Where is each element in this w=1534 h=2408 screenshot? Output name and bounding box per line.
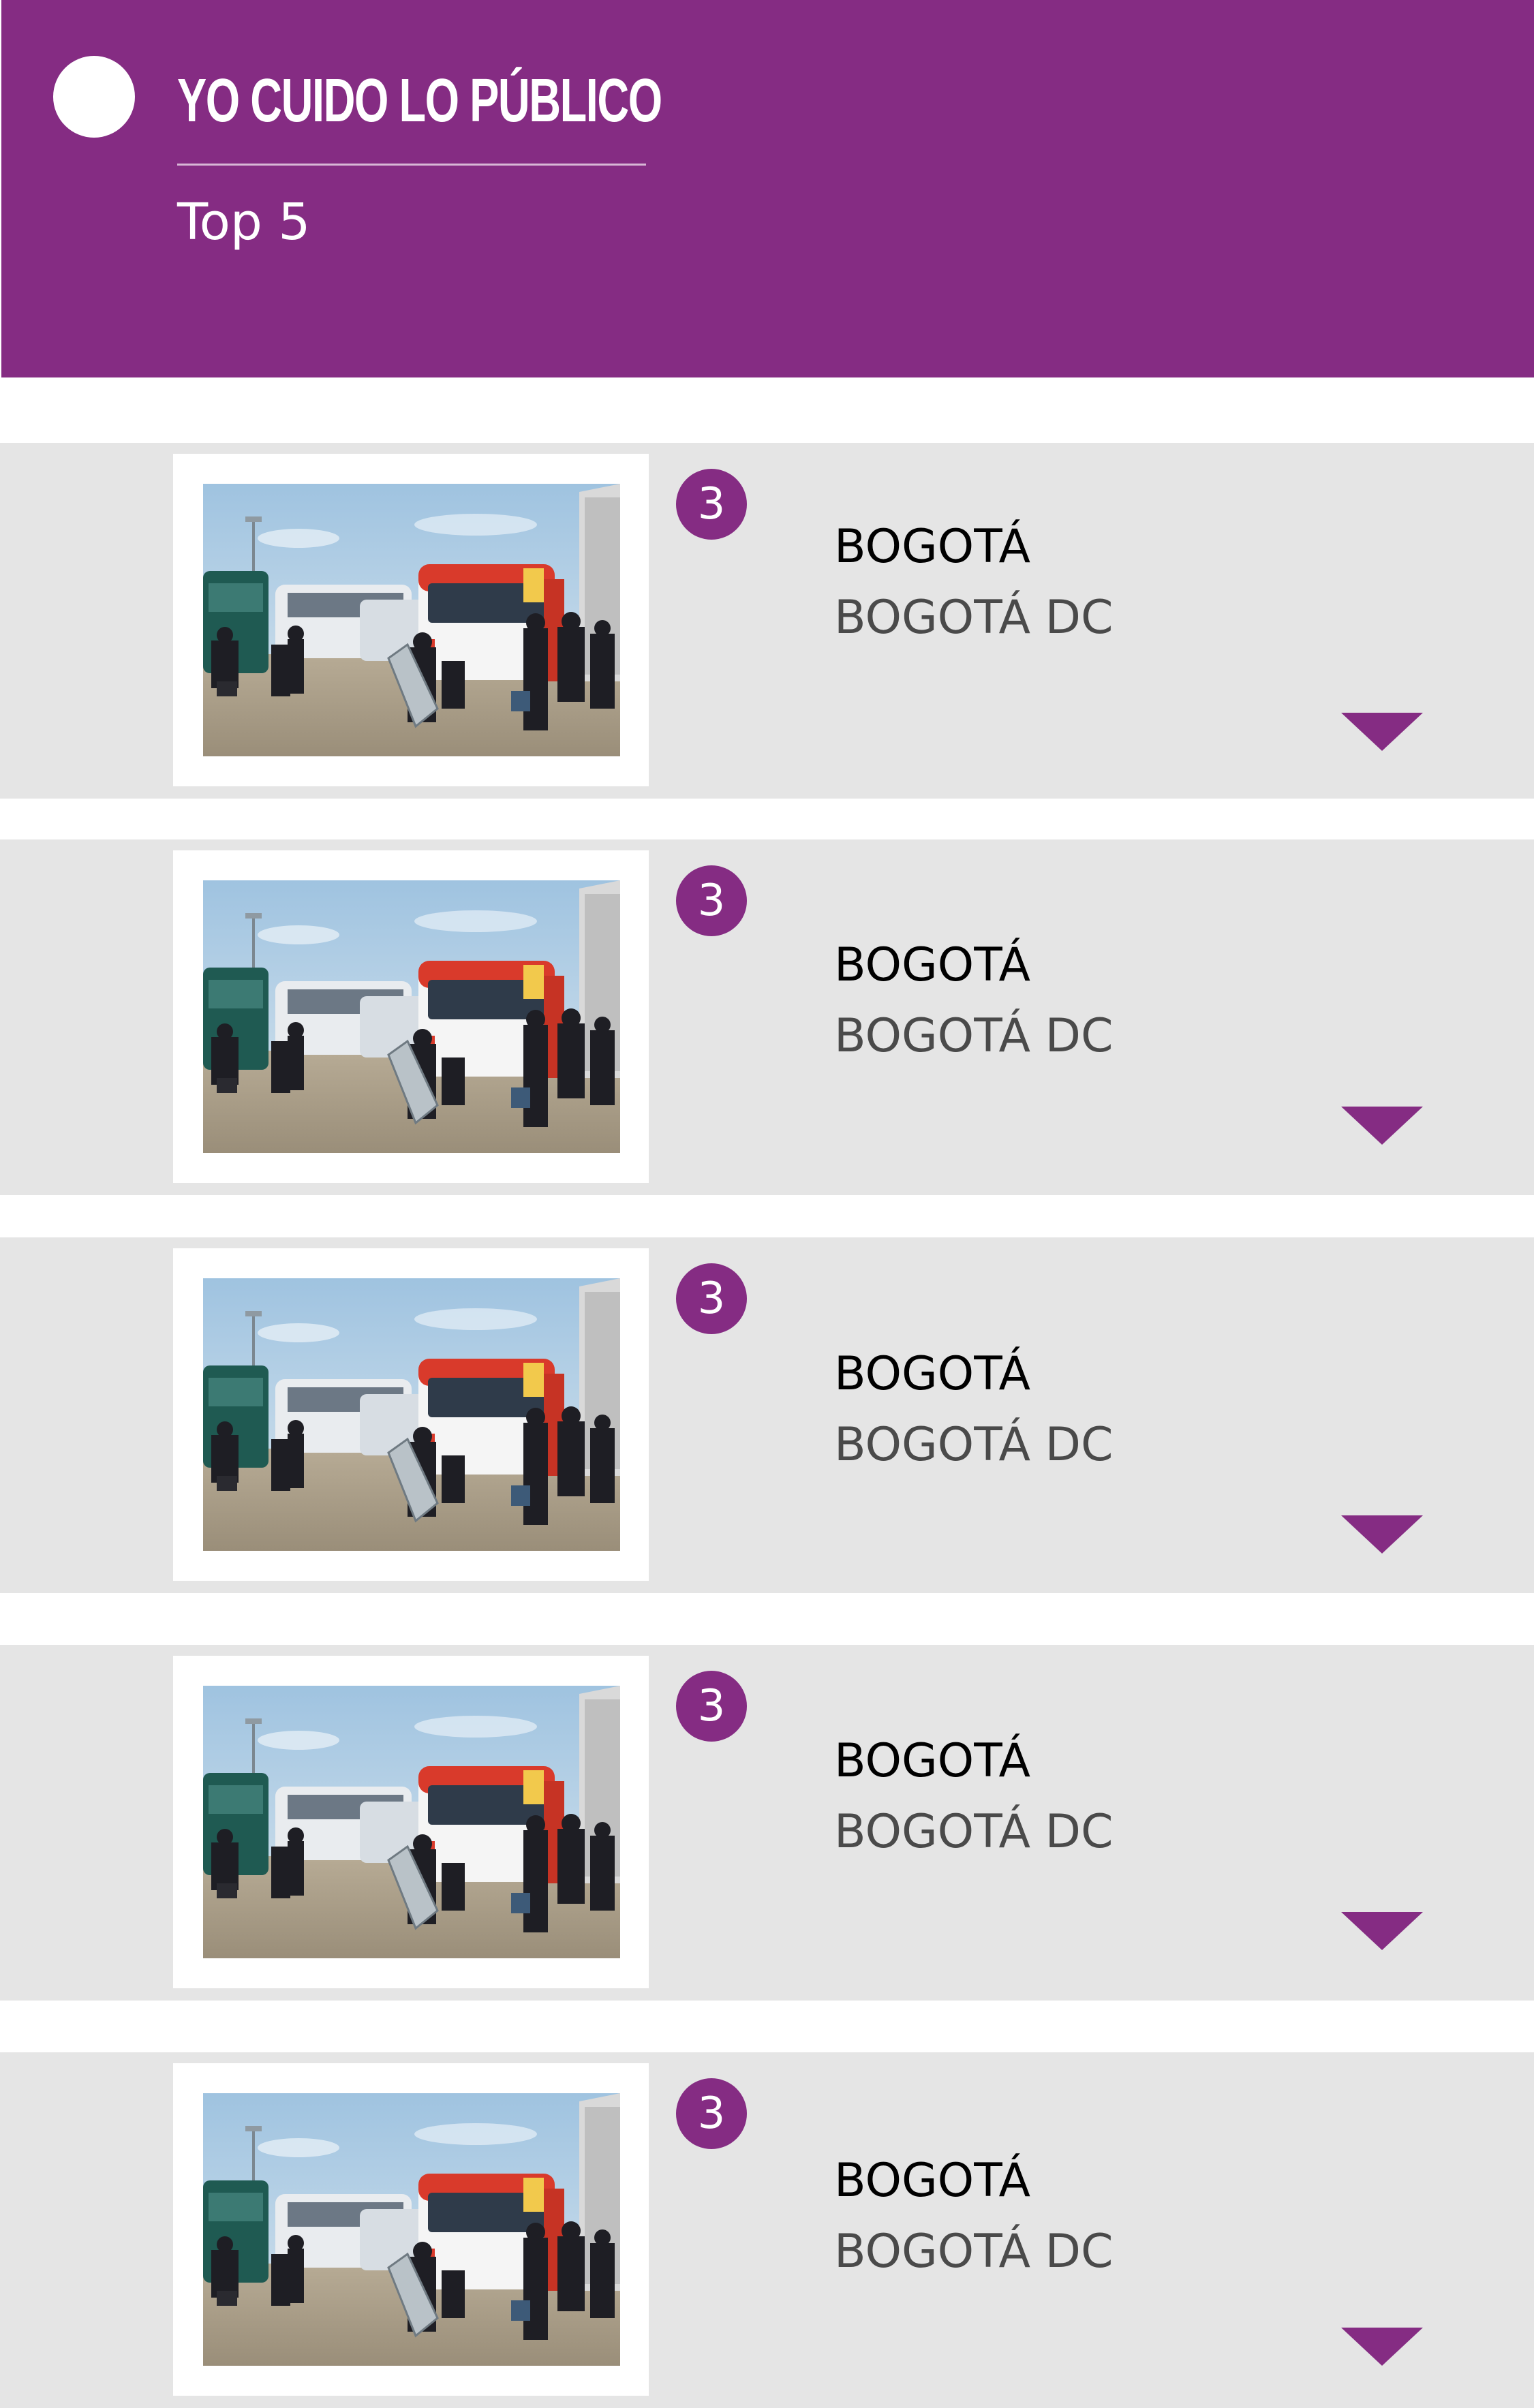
region-label: BOGOTÁ DC: [834, 1009, 1114, 1063]
list-item[interactable]: 3 BOGOTÁ BOGOTÁ DC: [0, 1237, 1534, 1593]
triangle-down-icon: [1341, 713, 1423, 751]
expand-button[interactable]: [1336, 2319, 1428, 2374]
region-label: BOGOTÁ DC: [834, 1418, 1114, 1472]
count-badge: 3: [676, 2078, 747, 2149]
expand-button[interactable]: [1336, 1507, 1428, 1562]
bus-terminal-photo: [203, 1686, 620, 1958]
count-badge: 3: [676, 865, 747, 936]
count-badge: 3: [676, 1263, 747, 1334]
title-divider: [177, 164, 646, 166]
bus-terminal-photo: [203, 2093, 620, 2366]
expand-button[interactable]: [1336, 705, 1428, 759]
bus-terminal-photo: [203, 1278, 620, 1551]
triangle-down-icon: [1341, 1515, 1423, 1554]
photo-frame: [173, 1656, 649, 1988]
expand-button[interactable]: [1336, 1098, 1428, 1153]
list-item[interactable]: 3 BOGOTÁ BOGOTÁ DC: [0, 443, 1534, 799]
city-label: BOGOTÁ: [834, 520, 1030, 574]
city-label: BOGOTÁ: [834, 1734, 1030, 1788]
circle-logo-icon: [53, 56, 135, 138]
region-label: BOGOTÁ DC: [834, 591, 1114, 645]
city-label: BOGOTÁ: [834, 1347, 1030, 1401]
triangle-down-icon: [1341, 1107, 1423, 1145]
city-label: BOGOTÁ: [834, 2154, 1030, 2208]
count-badge: 3: [676, 469, 747, 540]
app-title: YO CUIDO LO PÚBLICO: [177, 67, 662, 135]
bus-terminal-photo: [203, 484, 620, 756]
app-header: YO CUIDO LO PÚBLICO Top 5: [1, 0, 1534, 377]
list-item[interactable]: 3 BOGOTÁ BOGOTÁ DC: [0, 839, 1534, 1195]
triangle-down-icon: [1341, 1912, 1423, 1950]
photo-frame: [173, 454, 649, 786]
bus-terminal-photo: [203, 880, 620, 1153]
photo-frame: [173, 1248, 649, 1581]
region-label: BOGOTÁ DC: [834, 2225, 1114, 2279]
region-label: BOGOTÁ DC: [834, 1805, 1114, 1859]
photo-frame: [173, 850, 649, 1183]
photo-frame: [173, 2063, 649, 2396]
triangle-down-icon: [1341, 2328, 1423, 2366]
count-badge: 3: [676, 1671, 747, 1742]
list-item[interactable]: 3 BOGOTÁ BOGOTÁ DC: [0, 1645, 1534, 2001]
list-item[interactable]: 3 BOGOTÁ BOGOTÁ DC: [0, 2052, 1534, 2408]
expand-button[interactable]: [1336, 1904, 1428, 1958]
page-subtitle: Top 5: [177, 193, 311, 251]
city-label: BOGOTÁ: [834, 938, 1030, 992]
